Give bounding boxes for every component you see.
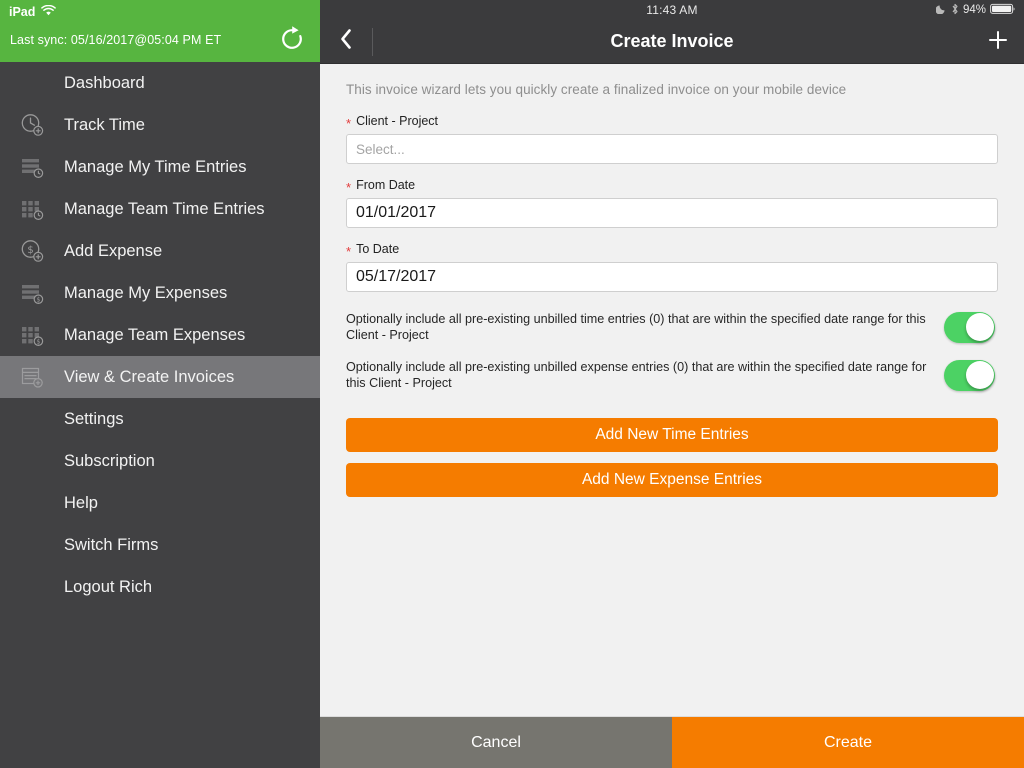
app-window: iPad Last sync: 05/16/2017@05:04 PM ET D…	[0, 0, 1024, 768]
to-date-label: * To Date	[346, 242, 400, 259]
sidebar-item-subscription[interactable]: Subscription	[0, 440, 320, 482]
refresh-icon[interactable]	[278, 25, 306, 53]
from-date-label-text: From Date	[356, 178, 416, 192]
sidebar-item-label: Manage My Time Entries	[64, 157, 247, 176]
back-button[interactable]	[320, 20, 372, 64]
sidebar-item-label: Manage My Expenses	[64, 283, 228, 302]
list-clock-icon	[0, 154, 64, 180]
include-expense-entries-row: Optionally include all pre-existing unbi…	[346, 354, 998, 396]
navbar-divider	[372, 27, 373, 56]
last-sync-text: Last sync: 05/16/2017@05:04 PM ET	[10, 33, 222, 47]
sidebar-item-label: Logout Rich	[64, 577, 153, 596]
client-project-label: * Client - Project	[346, 114, 439, 131]
bluetooth-icon	[951, 3, 959, 18]
sidebar-item-manage-my-time-entries[interactable]: Manage My Time Entries	[0, 146, 320, 188]
invoice-plus-icon	[0, 364, 64, 390]
grid-dollar-icon: $	[0, 322, 64, 348]
sidebar-item-label: Switch Firms	[64, 535, 159, 554]
list-dollar-icon: $	[0, 280, 64, 306]
toggle-knob	[965, 361, 994, 389]
svg-text:$: $	[36, 297, 40, 304]
page-title: Create Invoice	[610, 31, 734, 51]
add-new-expense-entries-button[interactable]: Add New Expense Entries	[346, 463, 998, 497]
sidebar-item-label: Add Expense	[64, 241, 163, 260]
ios-status-bar: 11:43 AM 94%	[320, 0, 1024, 20]
add-button[interactable]	[972, 20, 1024, 64]
sidebar-item-label: Help	[64, 493, 98, 512]
sidebar-item-label: Subscription	[64, 451, 155, 470]
footer-action-bar: Cancel Create	[320, 716, 1024, 768]
sidebar-item-dashboard[interactable]: Dashboard	[0, 62, 320, 104]
status-right-group: 94%	[935, 0, 1016, 20]
sidebar-item-label: Settings	[64, 409, 124, 428]
sidebar-item-label: Dashboard	[64, 73, 145, 92]
sidebar-item-track-time[interactable]: Track Time	[0, 104, 320, 146]
sidebar-nav-list: Dashboard Track Time Manage My Time Entr…	[0, 62, 320, 768]
status-time: 11:43 AM	[646, 3, 698, 17]
sidebar-item-switch-firms[interactable]: Switch Firms	[0, 524, 320, 566]
sidebar-item-label: View & Create Invoices	[64, 367, 235, 386]
main-pane: 11:43 AM 94% Create Invoice This invoice…	[320, 0, 1024, 768]
sync-header: iPad Last sync: 05/16/2017@05:04 PM ET	[0, 0, 320, 62]
plus-icon	[986, 28, 1010, 57]
svg-text:$: $	[27, 245, 33, 256]
include-time-entries-toggle[interactable]	[944, 311, 995, 343]
clock-plus-icon	[0, 112, 64, 138]
sidebar-item-add-expense[interactable]: $ Add Expense	[0, 230, 320, 272]
moon-icon	[935, 3, 947, 17]
to-date-input[interactable]: 05/17/2017	[346, 262, 998, 292]
sidebar: iPad Last sync: 05/16/2017@05:04 PM ET D…	[0, 0, 320, 768]
sidebar-item-manage-my-expenses[interactable]: $ Manage My Expenses	[0, 272, 320, 314]
sidebar-item-help[interactable]: Help	[0, 482, 320, 524]
sidebar-item-settings[interactable]: Settings	[0, 398, 320, 440]
client-project-label-text: Client - Project	[356, 114, 439, 128]
sidebar-item-manage-team-time-entries[interactable]: Manage Team Time Entries	[0, 188, 320, 230]
chevron-left-icon	[338, 27, 354, 56]
include-expense-entries-toggle[interactable]	[944, 359, 995, 391]
create-button[interactable]: Create	[672, 717, 1024, 768]
sidebar-item-label: Track Time	[64, 115, 145, 134]
sidebar-item-label: Manage Team Expenses	[64, 325, 246, 344]
toggle-knob	[965, 313, 994, 341]
sidebar-item-logout[interactable]: Logout Rich	[0, 566, 320, 608]
ipad-status-label: iPad	[9, 4, 57, 19]
client-project-select[interactable]: Select...	[346, 134, 998, 164]
from-date-label: * From Date	[346, 178, 416, 195]
include-expense-entries-text: Optionally include all pre-existing unbi…	[346, 360, 927, 390]
wifi-icon	[41, 4, 57, 19]
device-name: iPad	[9, 4, 36, 19]
include-time-entries-text: Optionally include all pre-existing unbi…	[346, 312, 926, 342]
dollar-plus-icon: $	[0, 238, 64, 264]
svg-text:$: $	[36, 339, 40, 346]
navigation-bar: Create Invoice	[320, 20, 1024, 64]
battery-percent: 94%	[962, 4, 986, 16]
sidebar-item-view-create-invoices[interactable]: View & Create Invoices	[0, 356, 320, 398]
include-time-entries-row: Optionally include all pre-existing unbi…	[346, 306, 998, 348]
sidebar-item-manage-team-expenses[interactable]: $ Manage Team Expenses	[0, 314, 320, 356]
cancel-button[interactable]: Cancel	[320, 717, 672, 768]
grid-clock-icon	[0, 196, 64, 222]
to-date-label-text: To Date	[356, 242, 400, 256]
from-date-input[interactable]: 01/01/2017	[346, 198, 998, 228]
battery-icon	[990, 3, 1016, 18]
wizard-intro-text: This invoice wizard lets you quickly cre…	[346, 82, 847, 97]
sidebar-item-label: Manage Team Time Entries	[64, 199, 265, 218]
add-new-time-entries-button[interactable]: Add New Time Entries	[346, 418, 998, 452]
form-content: This invoice wizard lets you quickly cre…	[320, 64, 1024, 716]
